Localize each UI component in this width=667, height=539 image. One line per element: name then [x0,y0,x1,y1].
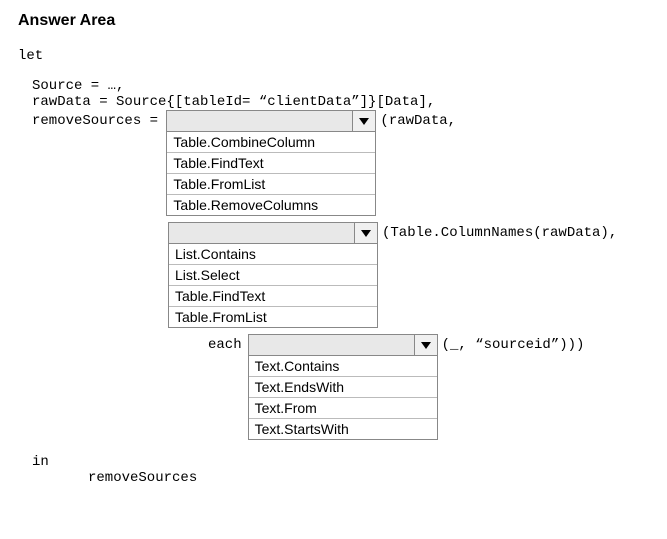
dropdown-option[interactable]: Text.StartsWith [249,418,437,439]
each-keyword: each [208,334,248,353]
dropdown-3[interactable]: Text.Contains Text.EndsWith Text.From Te… [248,334,438,440]
dropdown-option[interactable]: Table.RemoveColumns [167,194,375,215]
source-line: Source = …, [32,78,649,94]
dropdown-option[interactable]: List.Contains [169,244,377,264]
dropdown-option[interactable]: Table.FromList [167,173,375,194]
chevron-down-icon [414,335,437,355]
dropdown-option[interactable]: Table.CombineColumn [167,132,375,152]
answer-area-title: Answer Area [18,12,649,30]
dropdown-option[interactable]: Text.Contains [249,356,437,376]
after-dd2-text: (Table.ColumnNames(rawData), [378,222,617,241]
dropdown-option[interactable]: Text.From [249,397,437,418]
chevron-down-icon [354,223,377,243]
let-keyword: let [18,48,649,64]
dropdown-option[interactable]: Table.FromList [169,306,377,327]
remove-sources-prefix: removeSources = [32,110,166,129]
final-expression: removeSources [88,470,649,486]
dropdown-option[interactable]: List.Select [169,264,377,285]
dropdown-option[interactable]: Table.FindText [169,285,377,306]
dropdown-1[interactable]: Table.CombineColumn Table.FindText Table… [166,110,376,216]
chevron-down-icon [352,111,375,131]
dropdown-2[interactable]: List.Contains List.Select Table.FindText… [168,222,378,328]
dropdown-option[interactable]: Table.FindText [167,152,375,173]
dropdown-option[interactable]: Text.EndsWith [249,376,437,397]
after-dd3-text: (_, “sourceid”))) [438,334,585,353]
in-keyword: in [32,454,649,470]
rawdata-line: rawData = Source{[tableId= “clientData”]… [32,94,649,110]
after-dd1-text: (rawData, [376,110,456,129]
